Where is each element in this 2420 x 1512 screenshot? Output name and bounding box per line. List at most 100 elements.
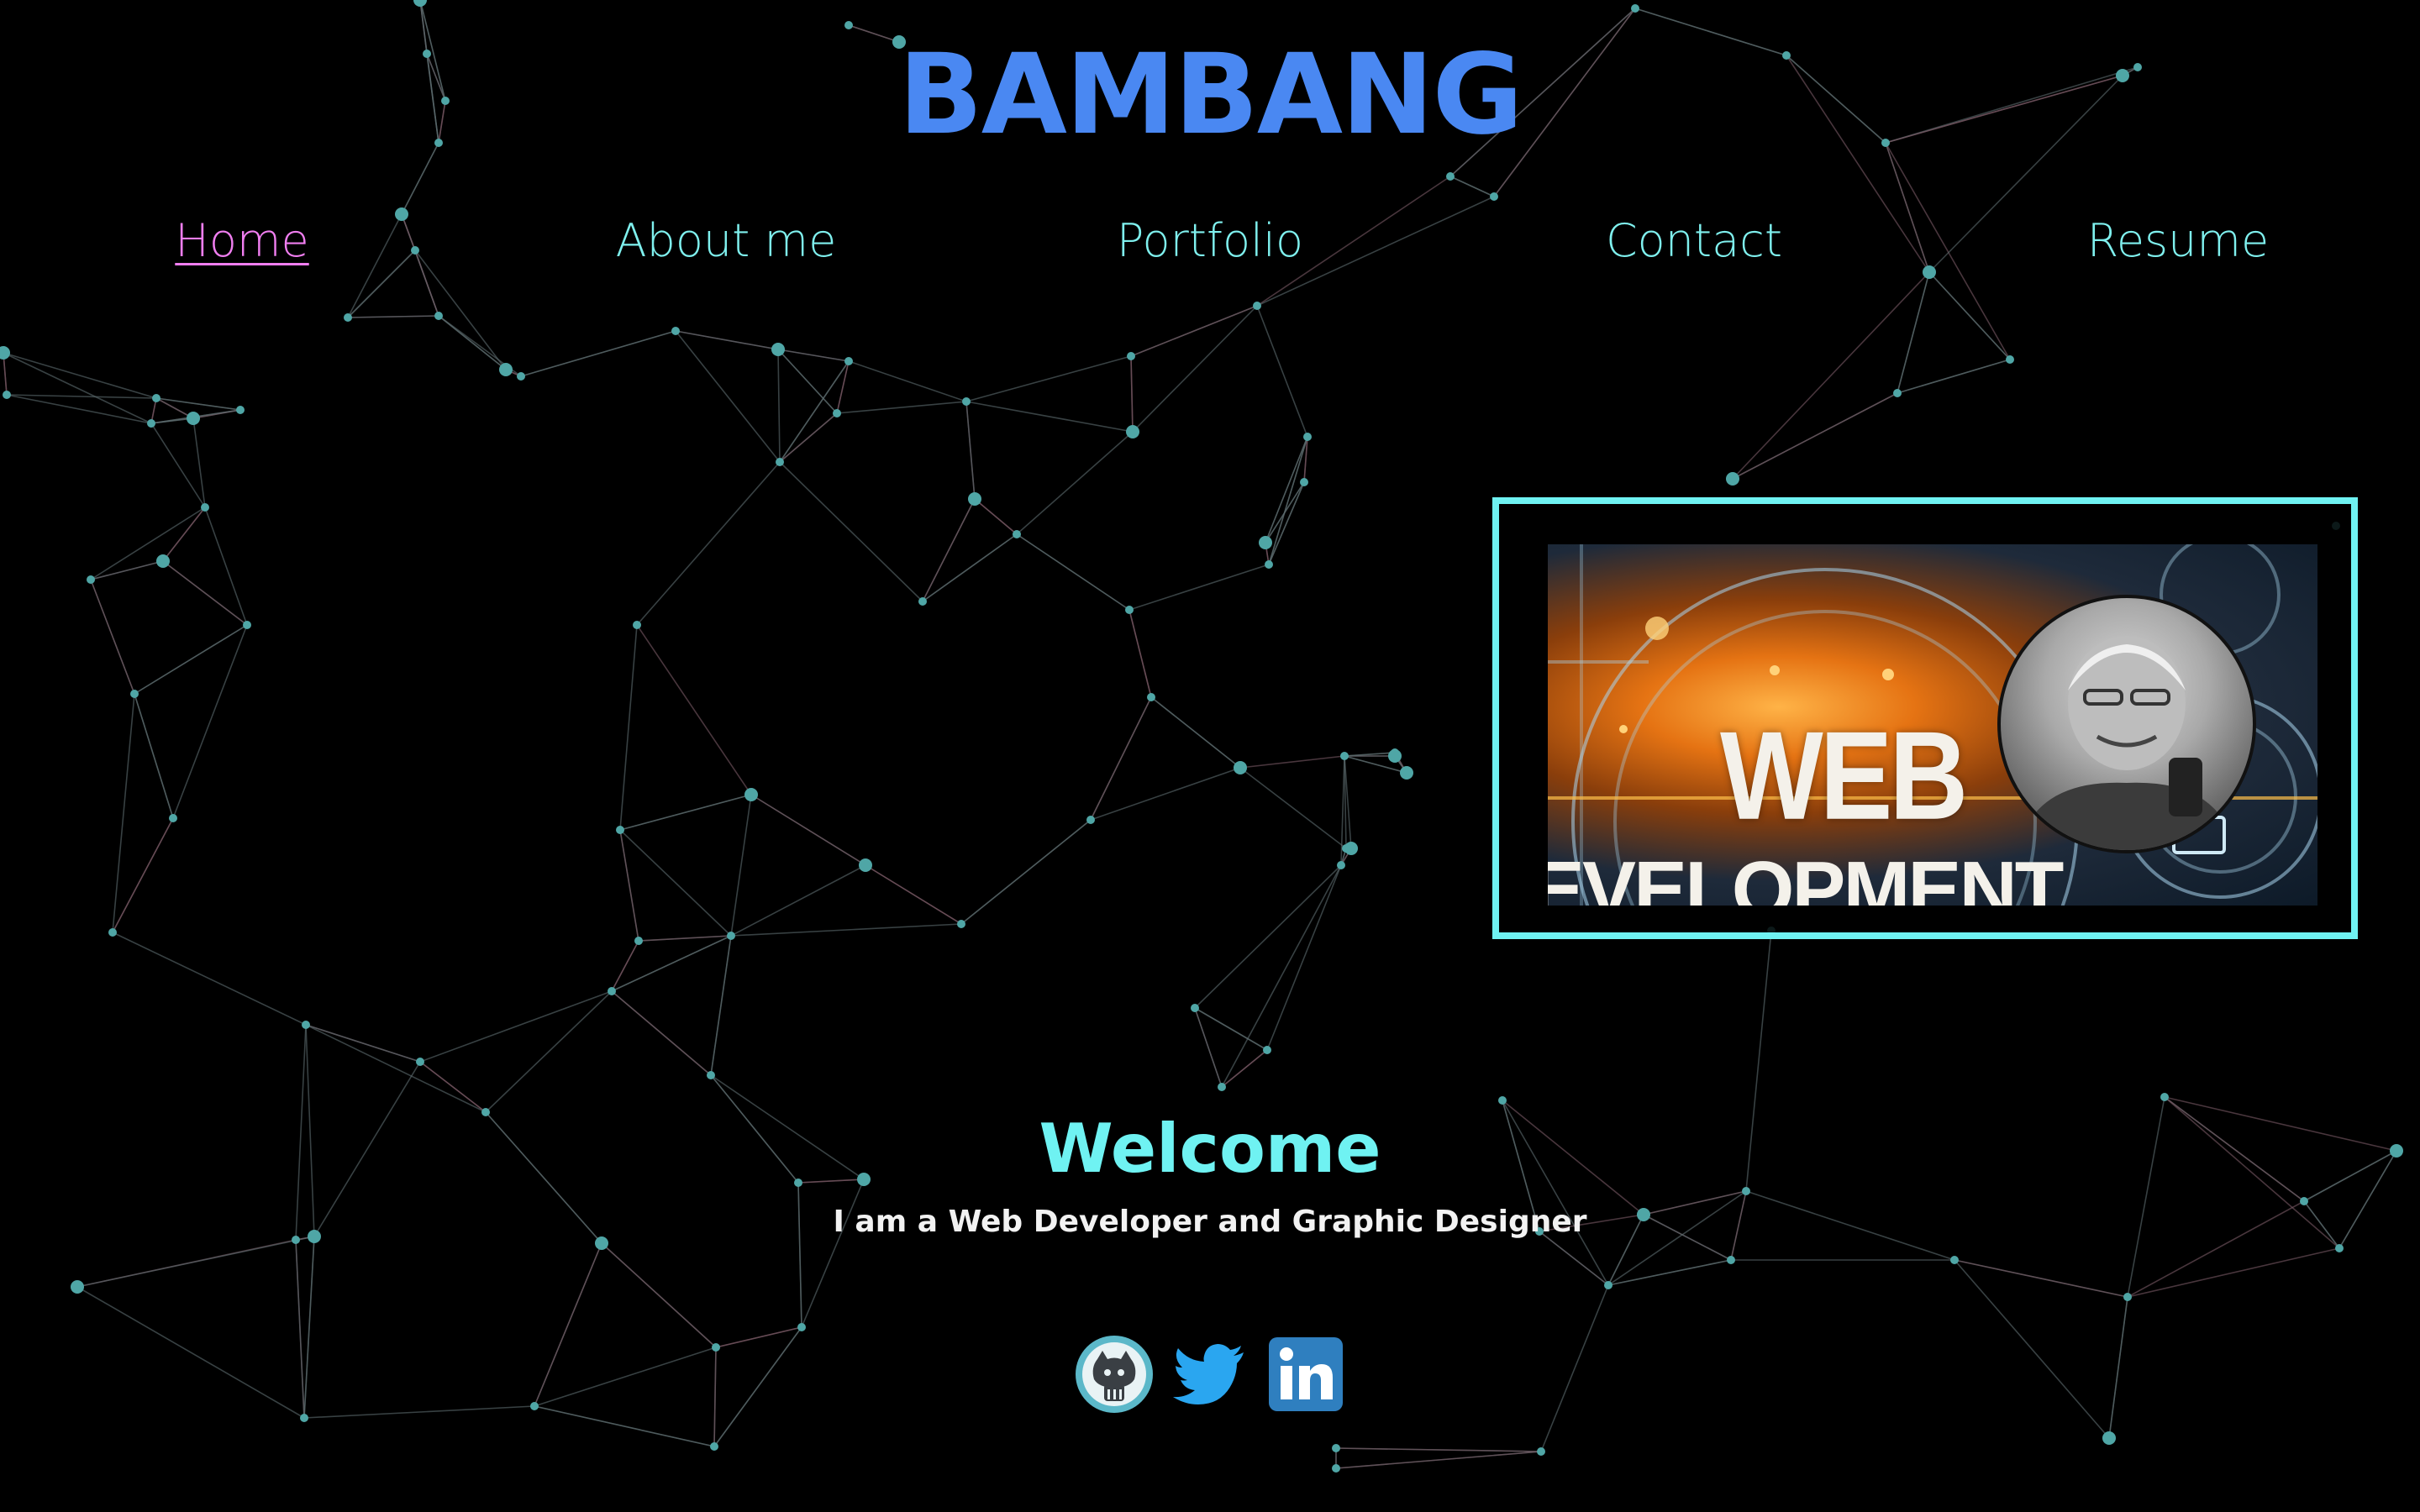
- network-line: [150, 423, 206, 508]
- network-node: [1127, 352, 1135, 360]
- network-line: [619, 794, 752, 831]
- linkedin-link[interactable]: [1265, 1334, 1346, 1415]
- network-line: [1239, 767, 1347, 849]
- network-line: [172, 624, 248, 819]
- network-line: [3, 352, 157, 399]
- nav-about-link[interactable]: About me: [484, 212, 968, 270]
- network-line: [636, 624, 752, 795]
- network-line: [974, 498, 1018, 535]
- network-node: [87, 575, 95, 584]
- network-line: [134, 693, 174, 819]
- network-line: [485, 990, 613, 1113]
- network-line: [76, 1236, 315, 1288]
- network-node: [727, 932, 735, 940]
- network-node: [152, 394, 160, 402]
- network-line: [636, 461, 781, 626]
- welcome-heading: Welcome: [1039, 1110, 1381, 1188]
- hero-image-text-development: EVELOPMENT: [1548, 845, 2064, 906]
- nav-portfolio-link[interactable]: Portfolio: [968, 212, 1452, 270]
- nav-contact-link[interactable]: Contact: [1452, 212, 1936, 270]
- network-line: [305, 1024, 487, 1113]
- network-node: [130, 690, 139, 698]
- network-line: [419, 1061, 487, 1113]
- network-line: [1335, 1451, 1542, 1469]
- network-node: [1893, 389, 1902, 397]
- network-node: [634, 937, 643, 945]
- network-node: [776, 458, 784, 466]
- network-node: [1631, 4, 1639, 13]
- network-line: [2127, 1247, 2340, 1298]
- network-line: [750, 794, 866, 866]
- network-line: [1150, 696, 1241, 769]
- network-line: [1897, 271, 1930, 394]
- github-link[interactable]: [1074, 1334, 1155, 1415]
- network-line: [638, 935, 732, 942]
- network-line: [1239, 755, 1345, 769]
- network-line: [419, 990, 613, 1063]
- network-node: [434, 312, 443, 320]
- network-node: [2335, 1244, 2344, 1252]
- network-node: [707, 1071, 715, 1079]
- network-node: [744, 788, 758, 801]
- nav-home-link[interactable]: Home: [0, 212, 484, 270]
- network-line: [134, 624, 248, 695]
- network-node: [962, 397, 971, 406]
- network-node: [1727, 1256, 1735, 1264]
- nav-resume-link[interactable]: Resume: [1936, 212, 2420, 270]
- network-line: [675, 330, 779, 350]
- network-line: [1194, 864, 1342, 1009]
- network-line: [922, 533, 1018, 602]
- network-node: [344, 313, 352, 322]
- network-line: [1268, 481, 1305, 565]
- network-node: [187, 412, 200, 425]
- network-line: [619, 829, 732, 937]
- main-nav: Home About me Portfolio Contact Resume: [0, 212, 2420, 270]
- twitter-icon: [1173, 1344, 1244, 1404]
- network-node: [1126, 425, 1139, 438]
- network-node: [608, 987, 616, 995]
- network-line: [305, 1024, 421, 1063]
- network-node: [1498, 1096, 1507, 1105]
- network-line: [865, 864, 962, 925]
- network-line: [611, 990, 712, 1076]
- network-node: [71, 1280, 84, 1294]
- network-line: [90, 507, 206, 580]
- network-node: [1234, 761, 1247, 774]
- network-line: [965, 355, 1132, 402]
- network-node: [147, 419, 155, 428]
- network-line: [1268, 436, 1308, 565]
- network-node: [1263, 1046, 1271, 1054]
- network-node: [1303, 433, 1312, 441]
- network-node: [859, 858, 872, 872]
- network-node: [957, 920, 965, 928]
- network-line: [1016, 533, 1130, 611]
- person-photo-icon: [2018, 636, 2236, 850]
- network-line: [619, 624, 638, 831]
- hero-image: WEB EVELOPMENT: [1548, 544, 2317, 906]
- network-line: [1256, 305, 1308, 438]
- network-line: [1732, 271, 1930, 480]
- network-line: [204, 507, 248, 626]
- network-line: [90, 579, 135, 695]
- network-line: [730, 923, 962, 937]
- network-node: [844, 21, 853, 29]
- network-node: [844, 357, 853, 365]
- network-node: [416, 1058, 424, 1066]
- network-line: [1266, 864, 1342, 1051]
- network-line: [520, 330, 676, 377]
- network-node: [1400, 766, 1413, 780]
- network-line: [162, 507, 206, 562]
- network-line: [1732, 392, 1898, 480]
- network-node: [1344, 842, 1358, 855]
- network-line: [922, 498, 976, 602]
- network-line: [3, 352, 152, 424]
- network-node: [1537, 1447, 1545, 1456]
- twitter-link[interactable]: [1170, 1334, 1250, 1415]
- network-node: [156, 554, 170, 568]
- network-node: [616, 826, 624, 834]
- network-node: [968, 492, 981, 506]
- network-node: [1218, 1083, 1226, 1091]
- network-node: [2160, 1093, 2169, 1101]
- hero-image-text-web: WEB: [1720, 705, 1968, 846]
- network-line: [611, 940, 639, 992]
